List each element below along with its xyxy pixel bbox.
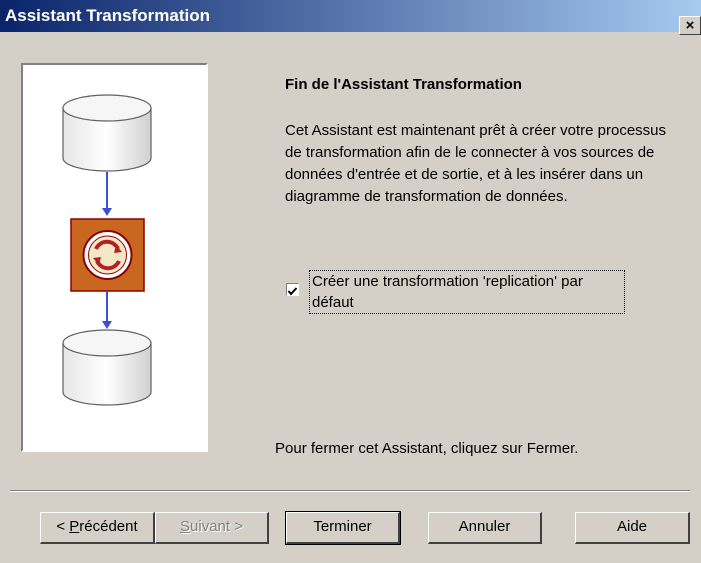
previous-label: récédent bbox=[79, 518, 138, 535]
cancel-button[interactable]: Annuler bbox=[428, 512, 542, 544]
dialog-window: Assistant Transformation × Fin de l'Assi… bbox=[0, 0, 701, 563]
transformation-process-icon bbox=[70, 218, 145, 292]
checkmark-icon bbox=[287, 287, 298, 296]
title-bar[interactable]: Assistant Transformation × bbox=[0, 0, 701, 35]
next-label: uivant > bbox=[190, 518, 243, 535]
source-database-icon bbox=[62, 94, 152, 172]
down-arrow-icon bbox=[102, 172, 112, 216]
wizard-illustration bbox=[21, 63, 208, 452]
default-replication-option[interactable]: Créer une transformation 'replication' p… bbox=[285, 270, 630, 316]
previous-prefix: < bbox=[56, 518, 70, 535]
next-button[interactable]: Suivant > bbox=[155, 512, 269, 544]
wizard-heading: Fin de l'Assistant Transformation bbox=[285, 76, 522, 93]
close-instruction: Pour fermer cet Assistant, cliquez sur F… bbox=[275, 440, 579, 457]
down-arrow-icon bbox=[102, 292, 112, 329]
target-database-icon bbox=[62, 329, 152, 406]
previous-mnemonic: P bbox=[69, 518, 80, 535]
default-replication-checkbox[interactable] bbox=[286, 283, 299, 296]
finish-button[interactable]: Terminer bbox=[285, 511, 401, 545]
separator bbox=[10, 490, 690, 492]
window-title: Assistant Transformation bbox=[5, 6, 210, 25]
wizard-description: Cet Assistant est maintenant prêt à crée… bbox=[285, 122, 667, 205]
next-mnemonic: S bbox=[180, 518, 191, 535]
default-replication-label[interactable]: Créer une transformation 'replication' p… bbox=[309, 270, 625, 314]
flow-diagram bbox=[62, 94, 152, 406]
help-button[interactable]: Aide bbox=[575, 512, 690, 544]
previous-button[interactable]: < Précédent bbox=[40, 512, 155, 544]
close-button[interactable]: × bbox=[679, 16, 701, 35]
